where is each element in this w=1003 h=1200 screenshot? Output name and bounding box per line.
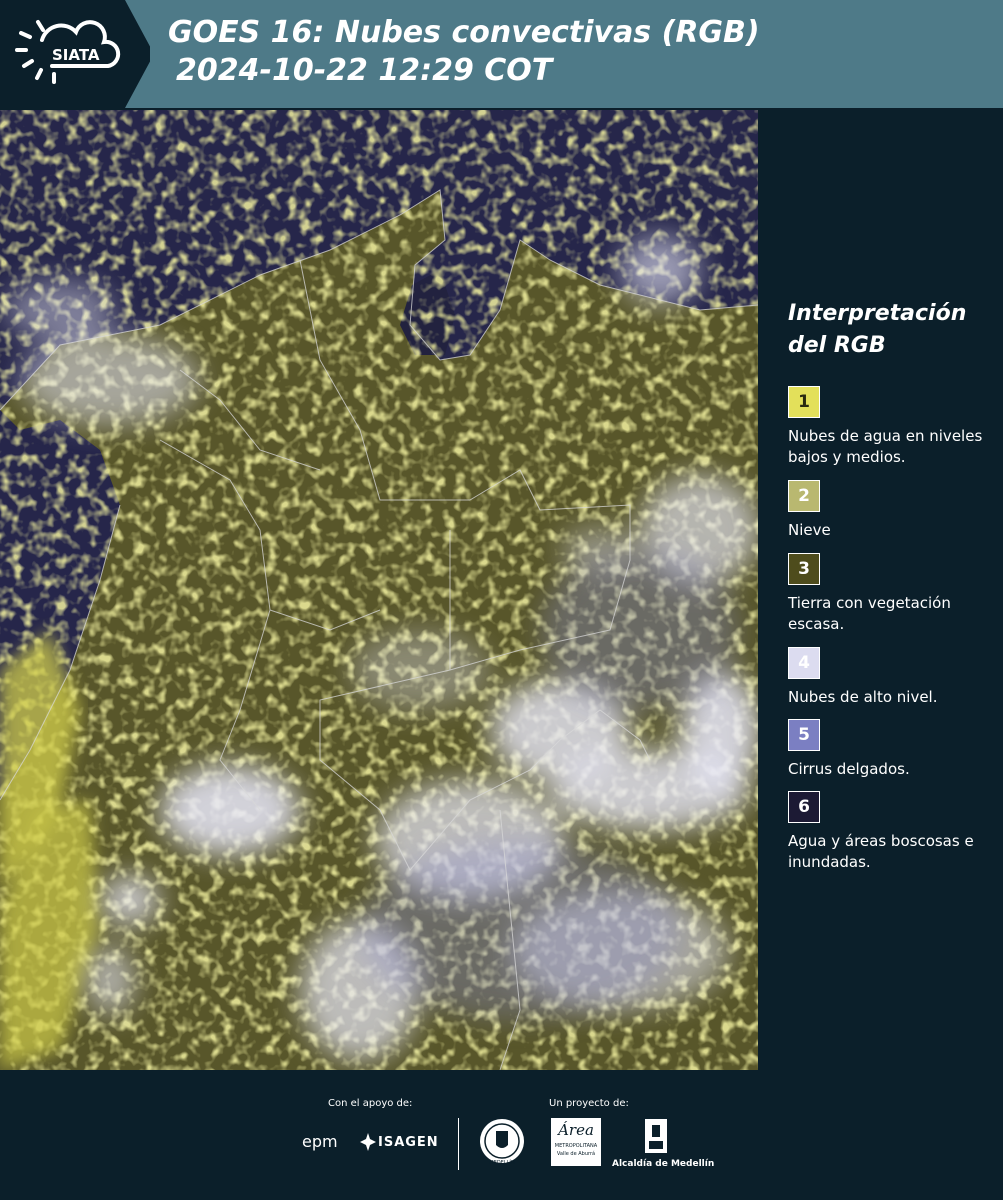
title-line-2: 2024-10-22 12:29 COT bbox=[176, 53, 553, 88]
metropolitana-main: Área bbox=[558, 1121, 594, 1139]
legend-label-2: Nieve bbox=[788, 521, 831, 539]
legend-item-5: 5 Cirrus delgados. bbox=[788, 719, 998, 780]
legend-label-6: Agua y áreas boscosas e inundadas. bbox=[788, 832, 974, 871]
legend-swatch-3: 3 bbox=[788, 553, 820, 585]
legend-item-1: 1 Nubes de agua en niveles bajos y medio… bbox=[788, 386, 998, 468]
legend-swatch-6: 6 bbox=[788, 791, 820, 823]
project-label: Un proyecto de: bbox=[549, 1098, 629, 1109]
medellin-building-icon bbox=[645, 1119, 667, 1153]
legend-item-6: 6 Agua y áreas boscosas e inundadas. bbox=[788, 791, 998, 873]
legend-item-4: 4 Nubes de alto nivel. bbox=[788, 647, 998, 708]
legend-title-line-1: Interpretación bbox=[788, 301, 967, 326]
satellite-map bbox=[0, 110, 758, 1070]
legend-item-2: 2 Nieve bbox=[788, 480, 998, 541]
header-bar: SIATA GOES 16: Nubes convectivas (RGB) 2… bbox=[0, 0, 1003, 108]
footer: Con el apoyo de: Un proyecto de: epm ISA… bbox=[0, 1070, 1003, 1200]
legend-label-1: Nubes de agua en niveles bajos y medios. bbox=[788, 427, 983, 466]
legend-number-1: 1 bbox=[798, 392, 810, 412]
legend-title: Interpretación del RGB bbox=[788, 298, 988, 362]
medellin-seal-icon bbox=[480, 1119, 524, 1163]
page-title: GOES 16: Nubes convectivas (RGB) 2024-10… bbox=[168, 14, 760, 90]
metropolitana-logo: Área METROPOLITANA Valle de Aburrá bbox=[551, 1118, 601, 1166]
legend-number-5: 5 bbox=[798, 725, 810, 745]
legend-swatch-2: 2 bbox=[788, 480, 820, 512]
metropolitana-line-2: Valle de Aburrá bbox=[556, 1151, 596, 1157]
logo-text: SIATA bbox=[52, 46, 100, 64]
legend-panel: Interpretación del RGB 1 Nubes de agua e… bbox=[760, 110, 1003, 1070]
legend-swatch-1: 1 bbox=[788, 386, 820, 418]
legend-swatch-4: 4 bbox=[788, 647, 820, 679]
epm-logo: epm bbox=[302, 1132, 338, 1151]
metropolitana-line-1: METROPOLITANA bbox=[554, 1143, 598, 1149]
support-label: Con el apoyo de: bbox=[328, 1098, 413, 1109]
seal-text: MEDELLÍN bbox=[489, 1160, 515, 1166]
legend-label-4: Nubes de alto nivel. bbox=[788, 688, 938, 706]
legend-number-4: 4 bbox=[798, 653, 810, 673]
isagen-star-icon bbox=[360, 1133, 376, 1151]
legend-label-3: Tierra con vegetación escasa. bbox=[788, 594, 951, 633]
footer-divider bbox=[458, 1118, 459, 1170]
legend-swatch-5: 5 bbox=[788, 719, 820, 751]
legend-number-2: 2 bbox=[798, 486, 810, 506]
legend-label-5: Cirrus delgados. bbox=[788, 760, 910, 778]
legend-item-3: 3 Tierra con vegetación escasa. bbox=[788, 553, 998, 635]
legend-number-3: 3 bbox=[798, 559, 810, 579]
legend-title-line-2: del RGB bbox=[788, 333, 886, 358]
title-line-1: GOES 16: Nubes convectivas (RGB) bbox=[168, 15, 760, 50]
alcaldia-logo: Alcaldía de Medellín bbox=[612, 1159, 715, 1169]
isagen-logo: ISAGEN bbox=[378, 1135, 439, 1150]
legend-number-6: 6 bbox=[798, 797, 810, 817]
logo-panel: SIATA bbox=[0, 0, 150, 108]
